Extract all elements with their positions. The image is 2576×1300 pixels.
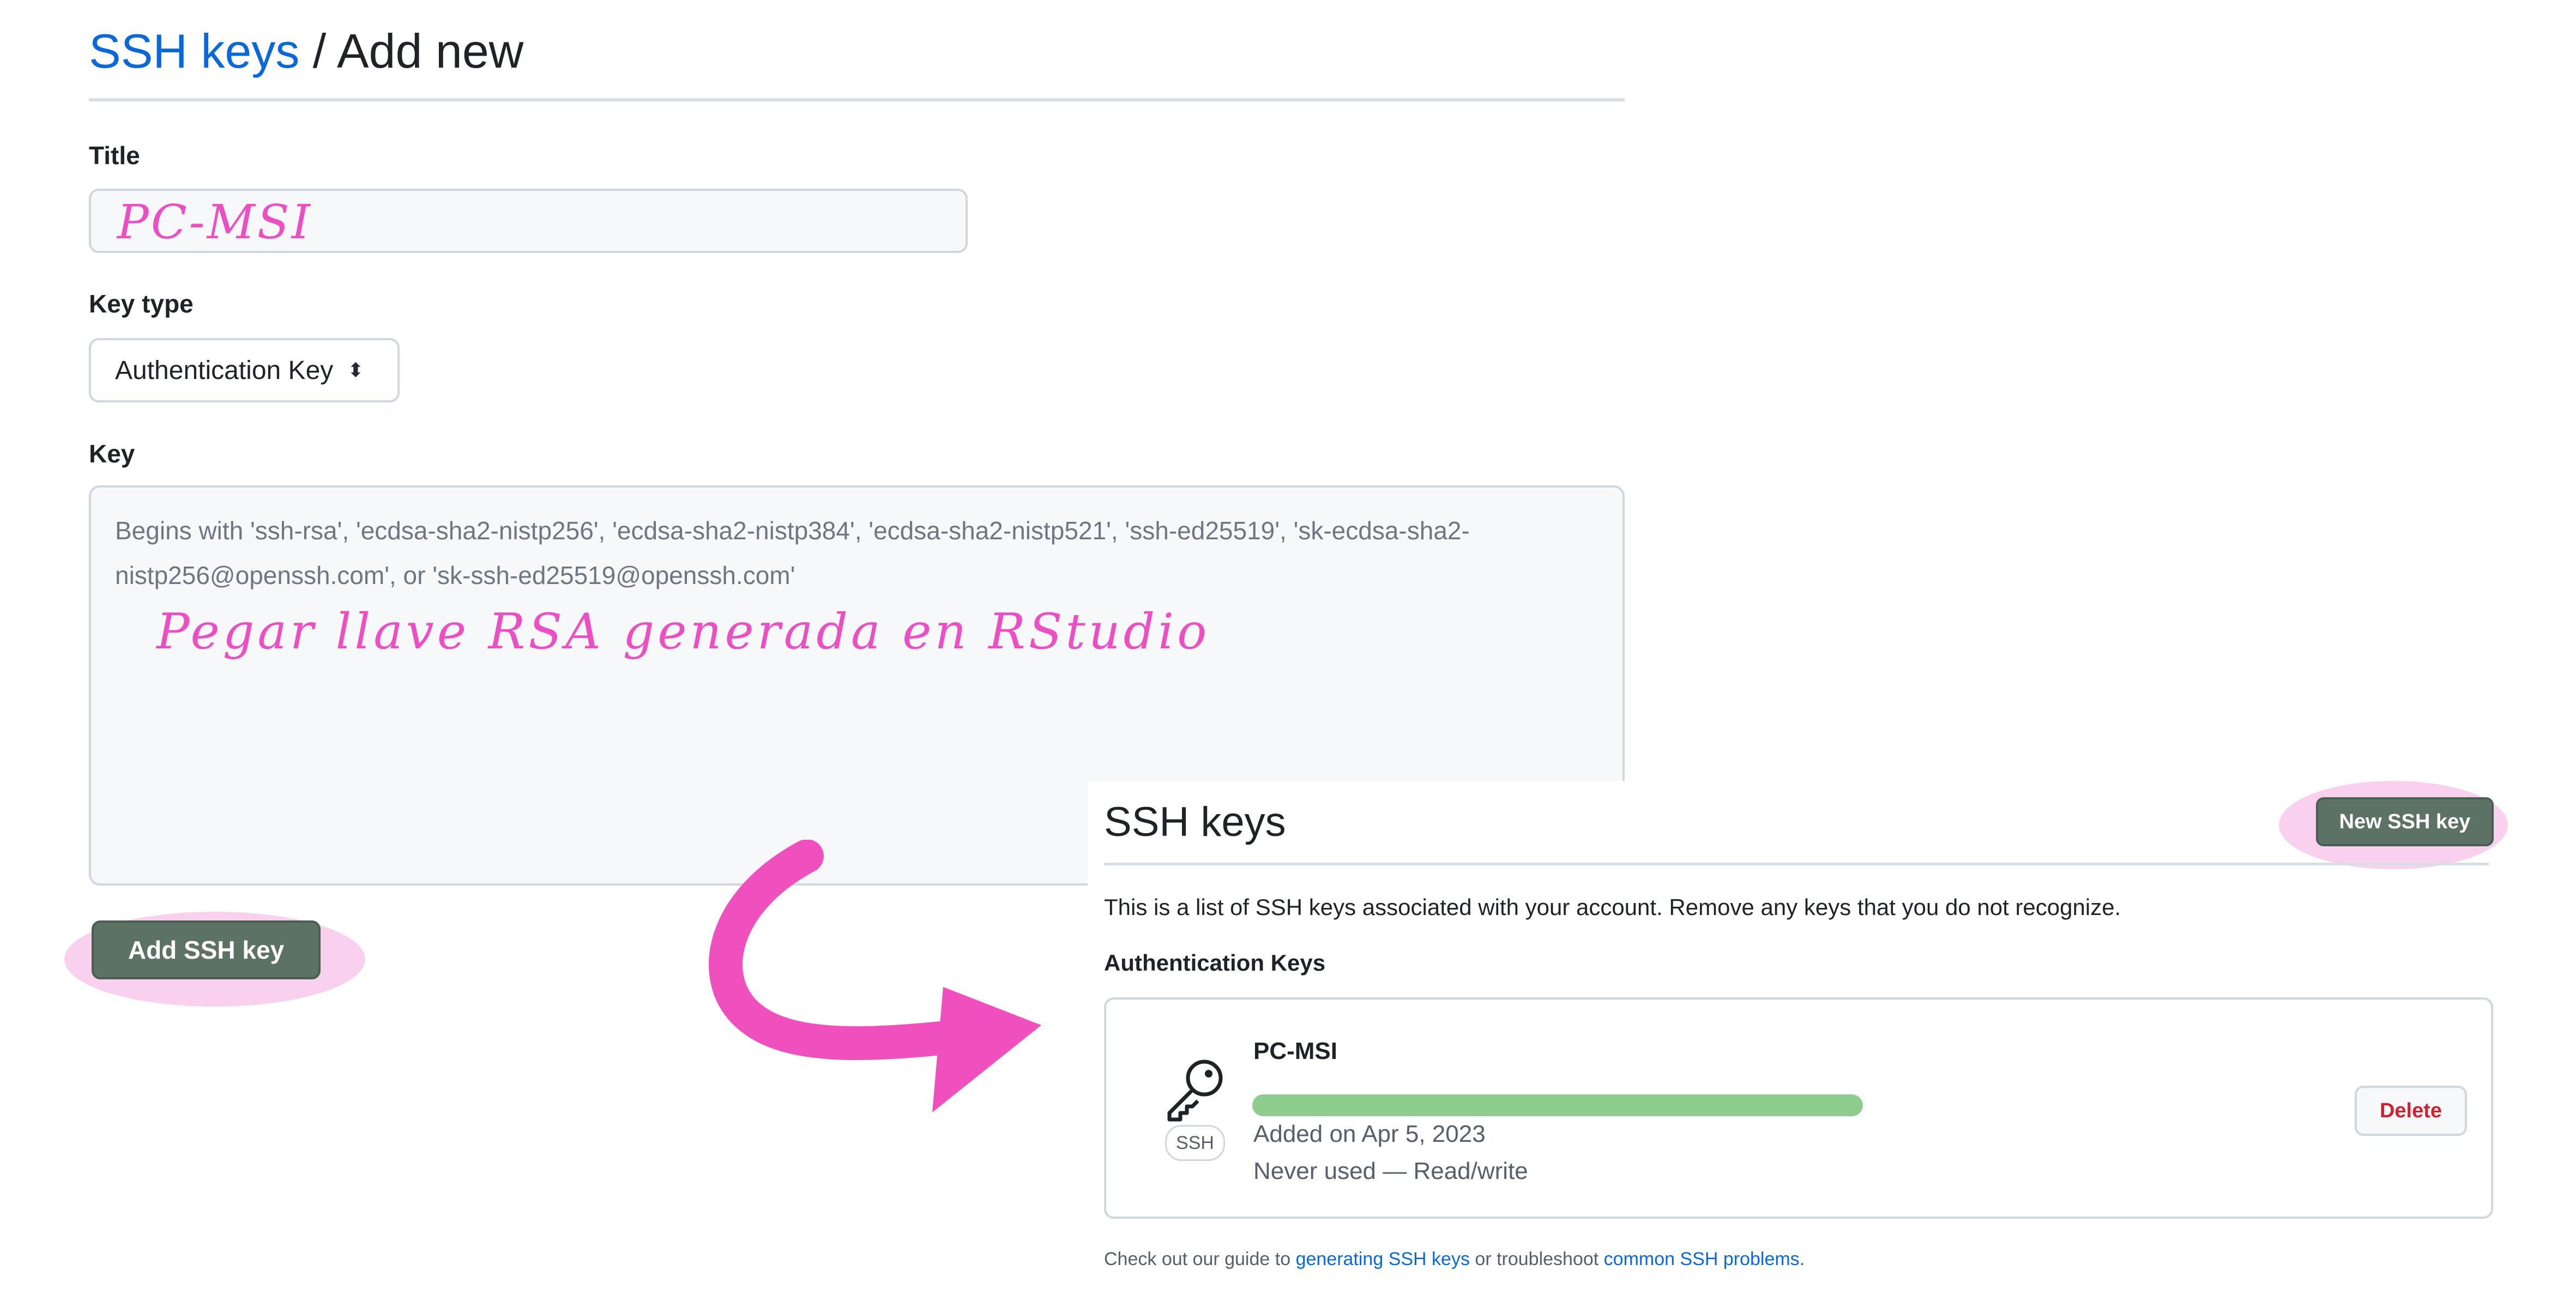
- list-description: This is a list of SSH keys associated wi…: [1104, 894, 2121, 920]
- header-divider: [89, 98, 1625, 101]
- new-ssh-key-button[interactable]: New SSH key: [2316, 797, 2494, 846]
- guide-text: Check out our guide to generating SSH ke…: [1104, 1249, 1805, 1270]
- key-name: PC-MSI: [1253, 1038, 1337, 1064]
- key-type-selected-value: Authentication Key: [115, 356, 334, 385]
- breadcrumb-ssh-keys-link[interactable]: SSH keys: [89, 24, 299, 78]
- key-handwritten-annotation: Pegar llave RSA generada en RStudio: [156, 603, 1210, 660]
- breadcrumb-current: Add new: [336, 24, 524, 78]
- delete-button[interactable]: Delete: [2355, 1086, 2467, 1136]
- ssh-keys-title: SSH keys: [1104, 799, 1286, 845]
- title-input[interactable]: PC-MSI: [89, 189, 968, 253]
- key-added-date: Added on Apr 5, 2023: [1253, 1121, 1486, 1147]
- generating-ssh-keys-link[interactable]: generating SSH keys: [1296, 1249, 1470, 1269]
- guide-middle: or troubleshoot: [1469, 1249, 1604, 1269]
- ssh-badge: SSH: [1165, 1125, 1225, 1161]
- common-ssh-problems-link[interactable]: common SSH problems: [1604, 1249, 1800, 1269]
- title-label: Title: [89, 141, 140, 170]
- list-item: SSH PC-MSI Added on Apr 5, 2023 Never us…: [1104, 997, 2493, 1219]
- key-label: Key: [89, 440, 135, 468]
- breadcrumb-separator: /: [299, 24, 337, 78]
- key-icon: [1167, 1060, 1223, 1122]
- guide-suffix: .: [1799, 1249, 1805, 1269]
- key-type-label: Key type: [89, 290, 194, 318]
- key-usage: Never used — Read/write: [1253, 1158, 1528, 1184]
- ssh-keys-panel: SSH keys New SSH key This is a list of S…: [1088, 781, 2576, 1300]
- title-handwritten-annotation: PC-MSI: [117, 195, 312, 250]
- guide-prefix: Check out our guide to: [1104, 1249, 1296, 1269]
- key-type-select[interactable]: Authentication Key ⬍: [89, 338, 400, 402]
- fingerprint-redaction: [1252, 1094, 1863, 1116]
- key-placeholder: Begins with 'ssh-rsa', 'ecdsa-sha2-nistp…: [115, 516, 1470, 589]
- add-ssh-key-button[interactable]: Add SSH key: [92, 920, 321, 979]
- authentication-keys-label: Authentication Keys: [1104, 950, 1326, 976]
- breadcrumb: SSH keys / Add new: [89, 21, 523, 82]
- curved-arrow-icon: [709, 840, 1041, 1112]
- list-divider: [1104, 863, 2489, 865]
- chevron-updown-icon: ⬍: [347, 359, 364, 381]
